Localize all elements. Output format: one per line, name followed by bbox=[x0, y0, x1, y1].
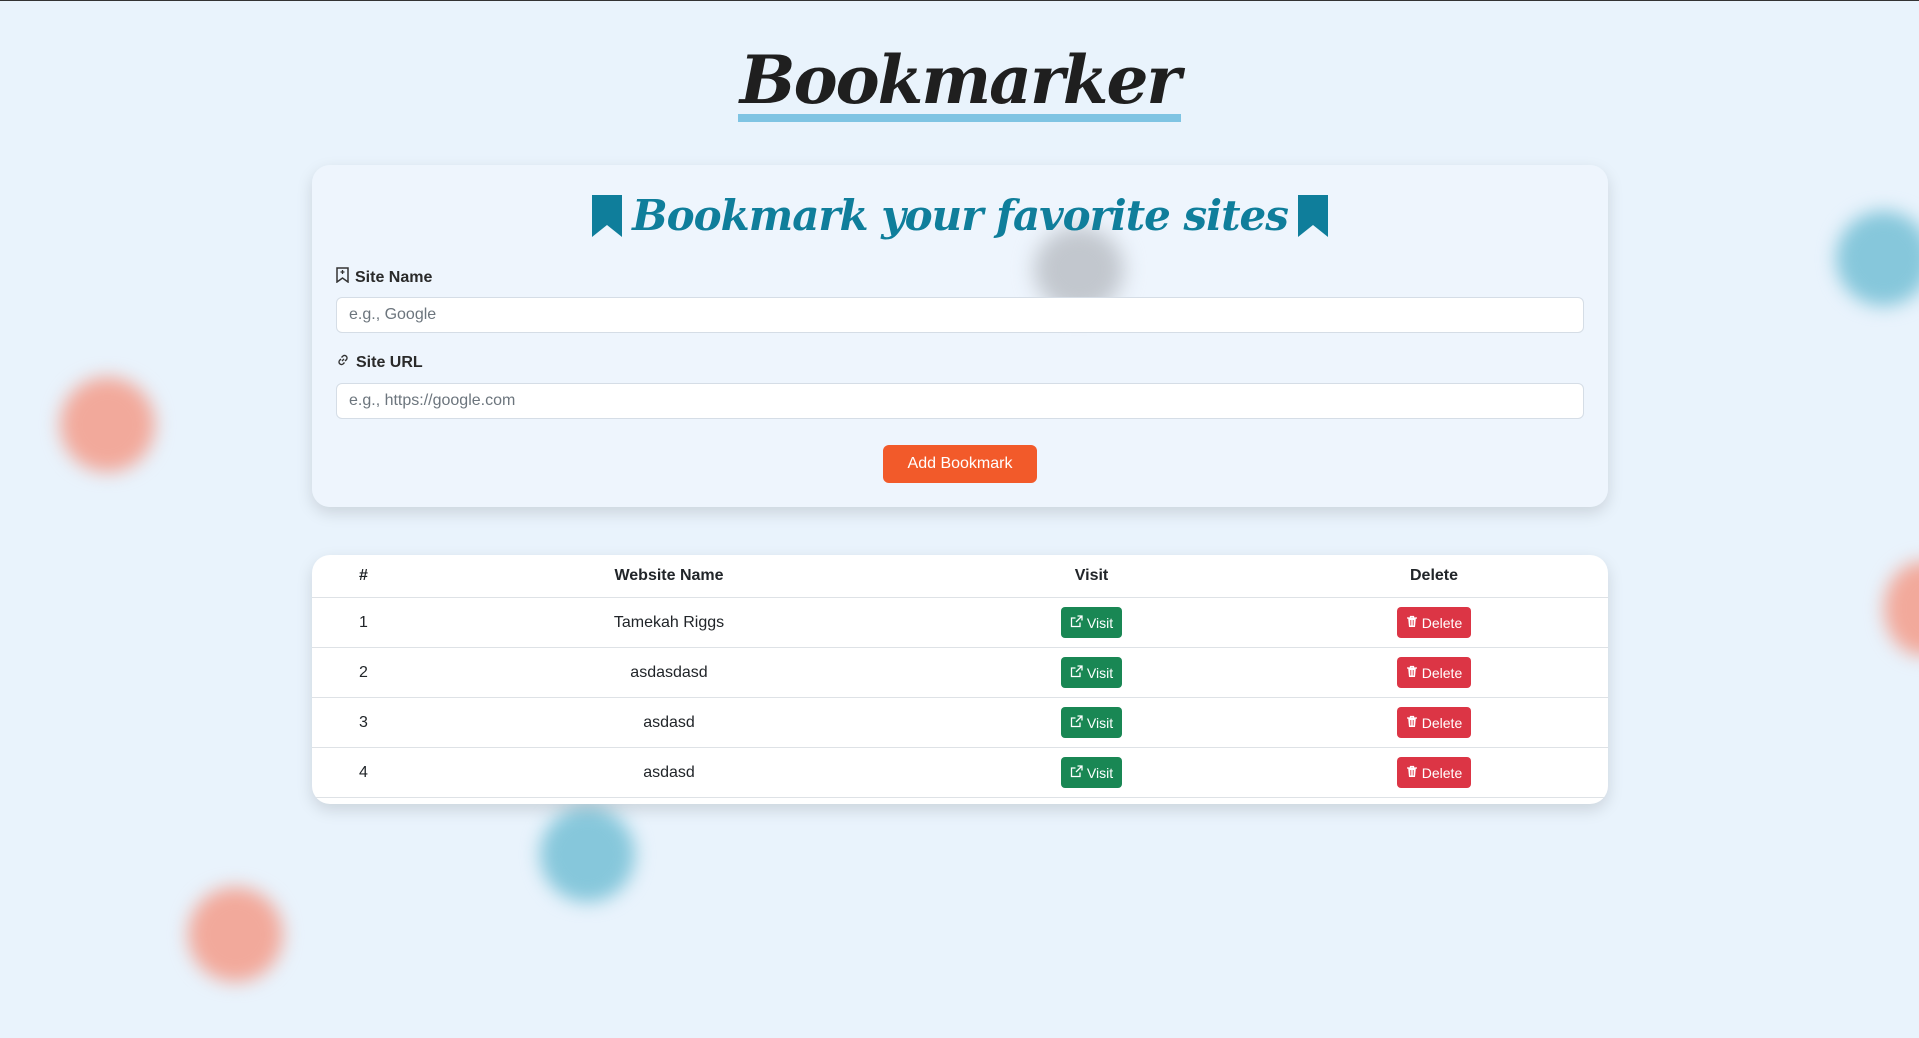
delete-button-label: Delete bbox=[1421, 764, 1463, 781]
delete-button[interactable]: Delete bbox=[1396, 657, 1472, 688]
bookmark-icon bbox=[592, 194, 623, 237]
row-website-name: asdasd bbox=[415, 697, 923, 748]
link-icon bbox=[336, 353, 350, 372]
delete-button[interactable]: Delete bbox=[1396, 707, 1472, 738]
table-row: 4 asdasd Visit Delete bbox=[312, 747, 1608, 798]
trash-icon bbox=[1406, 665, 1418, 681]
site-url-label-text: Site URL bbox=[356, 353, 423, 371]
form-heading-text: Bookmark your favorite sites bbox=[632, 191, 1289, 240]
table-header-row: # Website Name Visit Delete bbox=[312, 555, 1608, 598]
row-website-name: asdasdasd bbox=[415, 647, 923, 698]
bookmarks-table: # Website Name Visit Delete 1 Tamekah Ri… bbox=[312, 555, 1608, 798]
visit-button[interactable]: Visit bbox=[1060, 657, 1123, 688]
site-url-input[interactable] bbox=[336, 383, 1584, 419]
delete-button-label: Delete bbox=[1421, 664, 1463, 681]
decor-circle bbox=[1884, 561, 1919, 656]
visit-button-label: Visit bbox=[1086, 764, 1114, 781]
trash-icon bbox=[1406, 615, 1418, 631]
delete-button-label: Delete bbox=[1421, 614, 1463, 631]
external-link-icon bbox=[1070, 764, 1083, 781]
decor-circle bbox=[1836, 211, 1919, 306]
site-name-label: Site Name bbox=[336, 267, 432, 288]
decor-circle bbox=[60, 377, 155, 472]
bookmark-outline-icon bbox=[336, 267, 349, 288]
site-url-label: Site URL bbox=[336, 353, 423, 372]
delete-button[interactable]: Delete bbox=[1396, 607, 1472, 638]
table-row: 3 asdasd Visit Delete bbox=[312, 697, 1608, 748]
row-index: 4 bbox=[312, 747, 415, 798]
site-name-label-text: Site Name bbox=[355, 268, 433, 286]
table-row: 1 Tamekah Riggs Visit Delete bbox=[312, 597, 1608, 648]
app-title-wrapper: Bookmarker bbox=[0, 46, 1919, 123]
trash-icon bbox=[1406, 765, 1418, 781]
column-header-website-name: Website Name bbox=[415, 555, 923, 598]
delete-button-label: Delete bbox=[1421, 714, 1463, 731]
row-index: 3 bbox=[312, 697, 415, 748]
visit-button-label: Visit bbox=[1086, 714, 1114, 731]
row-index: 1 bbox=[312, 597, 415, 648]
column-header-visit: Visit bbox=[923, 555, 1260, 598]
row-website-name: Tamekah Riggs bbox=[415, 597, 923, 648]
column-header-delete: Delete bbox=[1260, 555, 1608, 598]
external-link-icon bbox=[1070, 614, 1083, 631]
visit-button-label: Visit bbox=[1086, 614, 1114, 631]
visit-button[interactable]: Visit bbox=[1060, 707, 1123, 738]
site-name-input[interactable] bbox=[336, 297, 1584, 333]
bookmark-form-card: Bookmark your favorite sites Site Name S… bbox=[312, 165, 1608, 507]
decor-circle bbox=[540, 807, 635, 902]
add-bookmark-button[interactable]: Add Bookmark bbox=[883, 445, 1037, 483]
trash-icon bbox=[1406, 715, 1418, 731]
bookmarks-table-card: # Website Name Visit Delete 1 Tamekah Ri… bbox=[312, 555, 1608, 804]
row-website-name: asdasd bbox=[415, 747, 923, 798]
external-link-icon bbox=[1070, 664, 1083, 681]
bookmark-icon bbox=[1297, 194, 1328, 237]
app-title: Bookmarker bbox=[737, 46, 1181, 123]
form-heading: Bookmark your favorite sites bbox=[312, 191, 1608, 240]
external-link-icon bbox=[1070, 714, 1083, 731]
decor-circle bbox=[188, 887, 283, 982]
visit-button[interactable]: Visit bbox=[1060, 607, 1123, 638]
row-index: 2 bbox=[312, 647, 415, 698]
visit-button[interactable]: Visit bbox=[1060, 757, 1123, 788]
delete-button[interactable]: Delete bbox=[1396, 757, 1472, 788]
column-header-index: # bbox=[312, 555, 415, 598]
visit-button-label: Visit bbox=[1086, 664, 1114, 681]
table-row: 2 asdasdasd Visit Delete bbox=[312, 647, 1608, 698]
